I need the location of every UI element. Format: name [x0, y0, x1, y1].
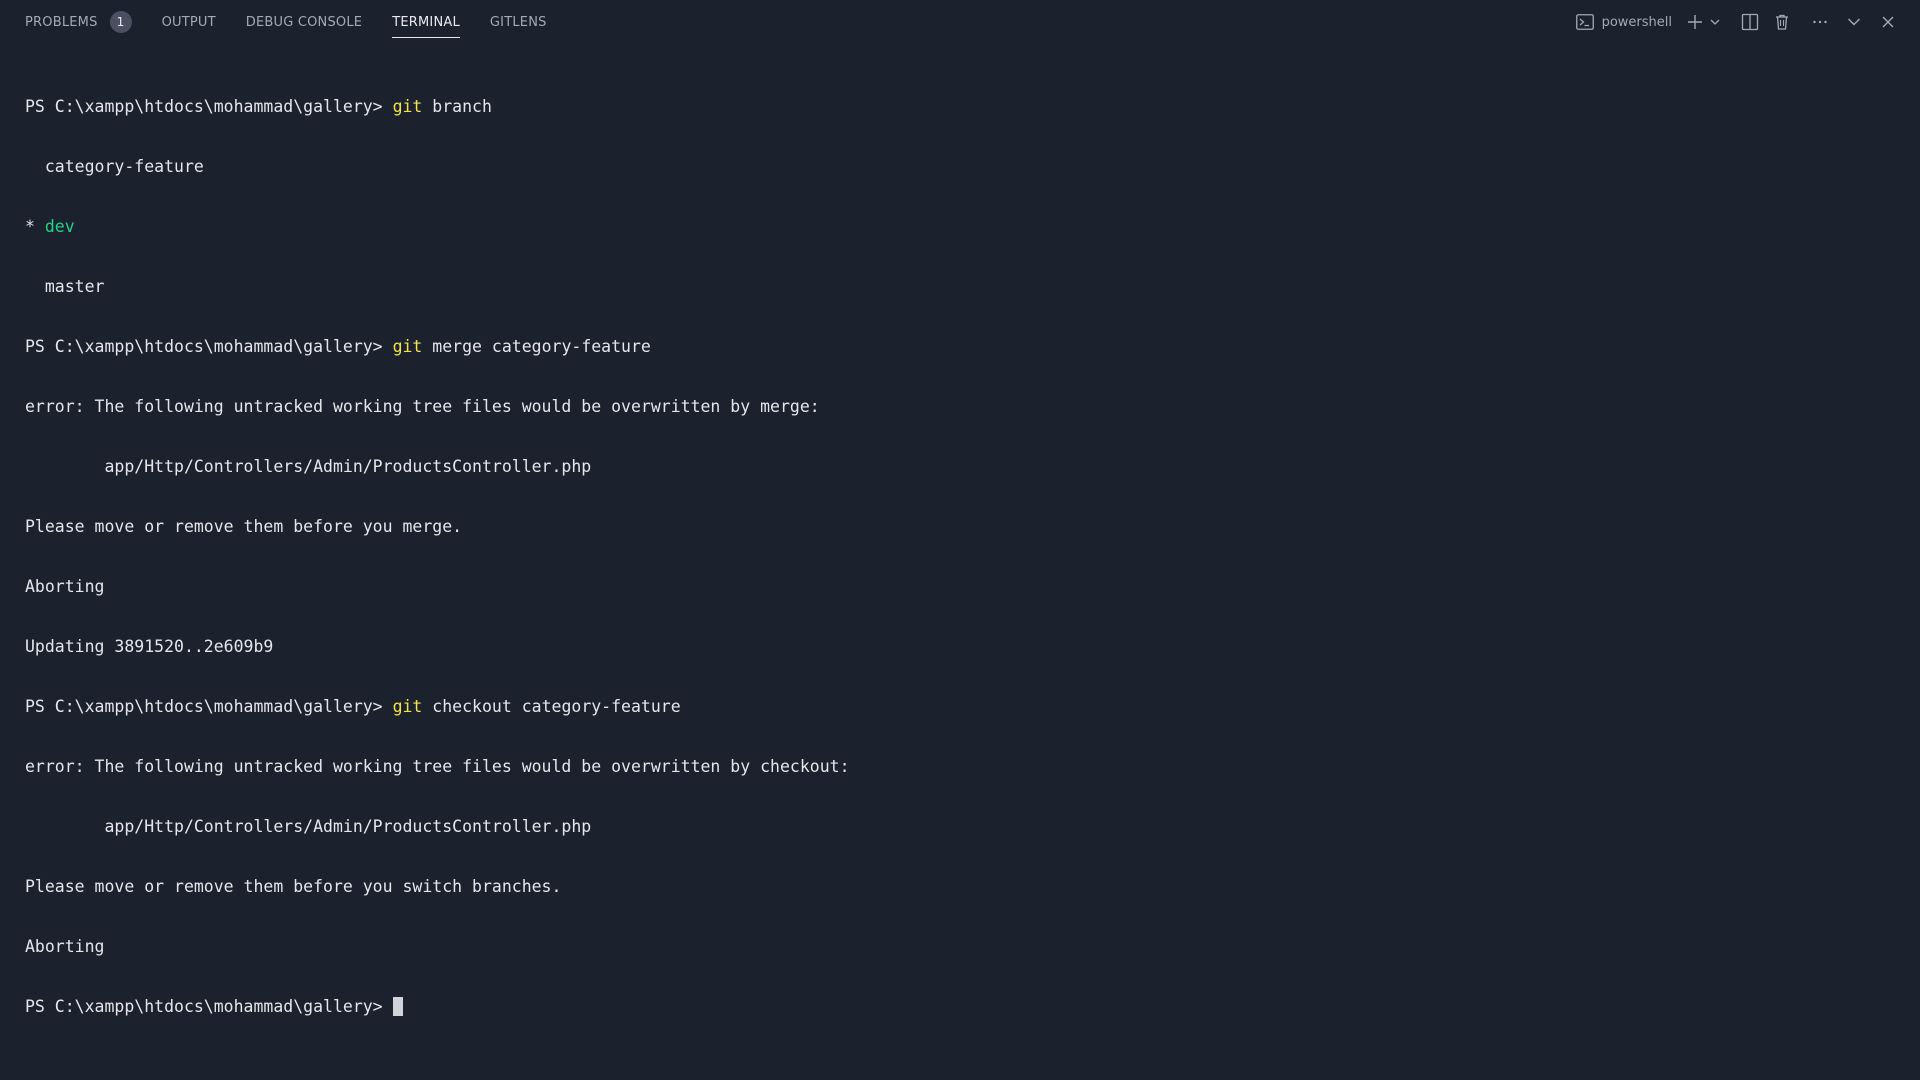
command-args: checkout category-feature [422, 697, 681, 716]
terminal-line: Please move or remove them before you sw… [25, 877, 562, 896]
trash-icon [1776, 14, 1788, 30]
close-panel-button[interactable] [1874, 8, 1902, 36]
prompt: PS C:\xampp\htdocs\mohammad\gallery> [25, 97, 393, 116]
terminal-line: Updating 3891520..2e609b9 [25, 637, 274, 656]
split-icon [1741, 13, 1759, 31]
terminal-line: PS C:\xampp\htdocs\mohammad\gallery> git… [25, 97, 1895, 117]
tab-terminal-label: TERMINAL [392, 14, 460, 30]
terminal-line: error: The following untracked working t… [25, 757, 850, 776]
prompt: PS C:\xampp\htdocs\mohammad\gallery> [25, 997, 393, 1016]
chevron-down-icon [1848, 18, 1860, 26]
terminal-cursor [392, 997, 403, 1016]
command-name: git [392, 337, 423, 356]
new-terminal-button[interactable] [1686, 13, 1722, 31]
panel-tab-bar: PROBLEMS 1 OUTPUT DEBUG CONSOLE TERMINAL… [0, 0, 1920, 44]
terminal-line: master [25, 277, 105, 296]
command-args: merge category-feature [422, 337, 651, 356]
prompt: PS C:\xampp\htdocs\mohammad\gallery> [25, 337, 393, 356]
panel-actions: powershell [1575, 0, 1902, 44]
maximize-panel-button[interactable] [1840, 8, 1868, 36]
terminal-line: app/Http/Controllers/Admin/ProductsContr… [25, 817, 592, 836]
current-branch-name: dev [44, 217, 75, 236]
current-branch-marker: * [25, 217, 45, 236]
split-terminal-button[interactable] [1736, 8, 1764, 36]
chevron-down-icon[interactable] [1708, 15, 1722, 29]
tab-debug-console-label: DEBUG CONSOLE [245, 14, 363, 30]
terminal-line: error: The following untracked working t… [25, 397, 820, 416]
tab-gitlens[interactable]: GITLENS [490, 0, 547, 44]
prompt: PS C:\xampp\htdocs\mohammad\gallery> [25, 697, 393, 716]
command-args: branch [422, 97, 492, 116]
terminal-line: Aborting [25, 937, 105, 956]
tab-terminal[interactable]: TERMINAL [392, 0, 460, 44]
close-icon [1882, 16, 1894, 28]
shell-selector[interactable]: powershell [1575, 14, 1672, 30]
terminal-icon [1575, 14, 1594, 30]
tab-gitlens-label: GITLENS [489, 14, 547, 30]
tab-output[interactable]: OUTPUT [162, 0, 216, 44]
terminal-line: PS C:\xampp\htdocs\mohammad\gallery> git… [25, 337, 1895, 357]
terminal-line: PS C:\xampp\htdocs\mohammad\gallery> git… [25, 697, 1895, 717]
more-actions-button[interactable] [1806, 8, 1834, 36]
terminal-input-line[interactable]: PS C:\xampp\htdocs\mohammad\gallery> [25, 997, 1895, 1017]
panel-tabs: PROBLEMS 1 OUTPUT DEBUG CONSOLE TERMINAL… [25, 0, 577, 44]
terminal-line: category-feature [25, 157, 204, 176]
shell-name: powershell [1601, 14, 1672, 30]
kill-terminal-button[interactable] [1768, 8, 1796, 36]
plus-icon [1688, 15, 1702, 29]
terminal-output[interactable]: PS C:\xampp\htdocs\mohammad\gallery> git… [25, 57, 1895, 1057]
tab-problems-label: PROBLEMS [25, 14, 98, 30]
terminal-panel: PROBLEMS 1 OUTPUT DEBUG CONSOLE TERMINAL… [0, 0, 1920, 1080]
terminal-line: Please move or remove them before you me… [25, 517, 463, 536]
terminal-line: Aborting [25, 577, 105, 596]
command-name: git [392, 697, 423, 716]
terminal-line: * dev [25, 217, 1895, 237]
tab-debug-console[interactable]: DEBUG CONSOLE [246, 0, 362, 44]
tab-problems[interactable]: PROBLEMS 1 [25, 0, 132, 44]
command-name: git [392, 97, 423, 116]
ellipsis-icon [1813, 20, 1827, 24]
tab-output-label: OUTPUT [161, 14, 216, 30]
terminal-line: app/Http/Controllers/Admin/ProductsContr… [25, 457, 592, 476]
problems-count-badge: 1 [109, 11, 132, 33]
